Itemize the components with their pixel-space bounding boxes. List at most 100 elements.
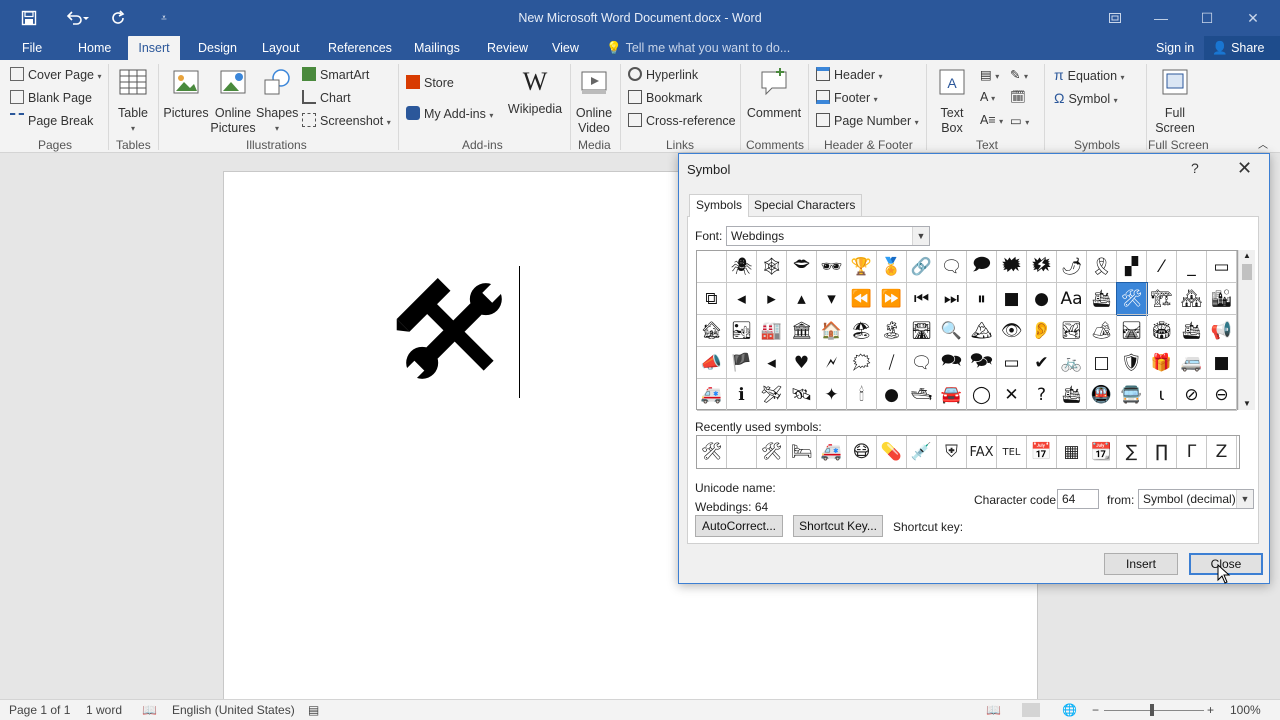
tell-me-box[interactable]: 💡 Tell me what you want to do... <box>606 36 790 60</box>
page-number-button[interactable]: Page Number ▾ <box>816 113 919 128</box>
symbol-cell[interactable]: 📢 <box>1207 315 1237 347</box>
autocorrect-button[interactable]: AutoCorrect... <box>695 515 783 537</box>
ribbon-display-icon[interactable] <box>1092 0 1138 36</box>
symbol-cell[interactable]: 🗰 <box>997 251 1027 283</box>
wikipedia-button[interactable]: W Wikipedia <box>506 66 564 117</box>
symbol-cell[interactable]: 🔗 <box>907 251 937 283</box>
recent-symbol-cell[interactable]: FAX <box>967 436 997 468</box>
symbol-cell[interactable]: 🏅 <box>877 251 907 283</box>
blank-page-button[interactable]: Blank Page <box>10 90 92 105</box>
symbol-cell[interactable]: 🎁 <box>1147 347 1177 379</box>
recent-symbol-cell[interactable]: TEL <box>997 436 1027 468</box>
symbol-cell[interactable]: ■ <box>1207 347 1237 379</box>
my-addins-button[interactable]: My Add-ins ▾ <box>406 106 493 121</box>
full-screen-button[interactable]: Full Screen <box>1150 66 1200 136</box>
sign-in-link[interactable]: Sign in <box>1156 36 1194 60</box>
symbol-cell[interactable]: ● <box>877 379 907 411</box>
recent-symbol-cell[interactable]: 🚑 <box>817 436 847 468</box>
symbol-cell[interactable]: 🏭 <box>757 315 787 347</box>
symbol-cell[interactable]: 👁 <box>997 315 1027 347</box>
symbol-cell[interactable]: 🎗 <box>1087 251 1117 283</box>
symbol-cell[interactable]: 📣 <box>697 347 727 379</box>
symbol-grid-scrollbar[interactable]: ▲ ▼ <box>1238 250 1255 410</box>
symbol-cell[interactable]: ✦ <box>817 379 847 411</box>
symbol-cell[interactable]: ⏭ <box>937 283 967 315</box>
symbol-cell[interactable]: ⧉ <box>697 283 727 315</box>
symbol-cell[interactable]: ⏮ <box>907 283 937 315</box>
shortcut-key-button[interactable]: Shortcut Key... <box>793 515 883 537</box>
symbol-cell[interactable]: ◯ <box>967 379 997 411</box>
symbol-cell[interactable]: ▭ <box>1207 251 1237 283</box>
symbol-cell[interactable]: 🛩 <box>757 379 787 411</box>
symbol-cell[interactable]: ⍳ <box>1147 379 1177 411</box>
symbol-cell[interactable]: ● <box>1027 283 1057 315</box>
macro-icon[interactable]: ▤ <box>308 703 319 717</box>
symbol-cell[interactable]: 🏝 <box>877 315 907 347</box>
collapse-ribbon-icon[interactable]: ︿ <box>1258 136 1268 151</box>
symbol-cell[interactable]: 🚑 <box>697 379 727 411</box>
recent-symbol-cell[interactable] <box>727 436 757 468</box>
symbol-cell[interactable]: ✕ <box>997 379 1027 411</box>
symbol-cell[interactable]: ⊖ <box>1207 379 1237 411</box>
symbol-cell[interactable]: 🚲 <box>1057 347 1087 379</box>
page-count[interactable]: Page 1 of 1 <box>9 703 70 717</box>
recent-symbol-cell[interactable]: ∏ <box>1147 436 1177 468</box>
symbol-cell[interactable]: 🏠 <box>817 315 847 347</box>
symbol-cell[interactable]: 🛳 <box>1087 283 1117 315</box>
recent-symbol-cell[interactable]: 🛠 <box>757 436 787 468</box>
tab-special-characters[interactable]: Special Characters <box>747 194 863 216</box>
recent-symbol-cell[interactable]: Γ <box>1177 436 1207 468</box>
symbol-cell[interactable]: ■ <box>997 283 1027 315</box>
symbol-cell[interactable]: 🗩 <box>967 251 997 283</box>
symbol-cell[interactable]: ? <box>1027 379 1057 411</box>
tab-insert[interactable]: Insert <box>128 36 180 60</box>
symbol-cell[interactable]: 🏜 <box>727 315 757 347</box>
symbol-cell[interactable]: 🗲 <box>817 347 847 379</box>
symbol-cell[interactable]: ▸ <box>757 283 787 315</box>
cross-reference-button[interactable]: Cross-reference <box>628 113 736 128</box>
symbol-cell[interactable]: ▞ <box>1117 251 1147 283</box>
symbol-cell[interactable]: ⁄ <box>1147 251 1177 283</box>
symbol-cell[interactable]: ✔ <box>1027 347 1057 379</box>
print-layout-icon[interactable] <box>1022 703 1040 717</box>
symbol-cell[interactable]: 🗨 <box>907 347 937 379</box>
symbol-cell[interactable]: 🛡 <box>1117 347 1147 379</box>
tab-mailings[interactable]: Mailings <box>406 36 468 60</box>
recent-symbol-cell[interactable]: 🛠 <box>697 436 727 468</box>
recent-symbol-cell[interactable]: 📆 <box>1087 436 1117 468</box>
symbol-cell[interactable]: ⏪ <box>847 283 877 315</box>
symbol-cell[interactable]: 🛤 <box>1117 315 1147 347</box>
symbol-cell[interactable] <box>697 251 727 283</box>
from-select[interactable]: Symbol (decimal) ▼ <box>1138 489 1254 509</box>
online-video-button[interactable]: Online Video <box>572 66 616 136</box>
recent-symbol-cell[interactable]: Z <box>1207 436 1237 468</box>
drop-cap-icon[interactable]: A≡ ▾ <box>980 113 1003 127</box>
wordart-icon[interactable]: A ▾ <box>980 90 995 104</box>
online-pictures-button[interactable]: Online Pictures <box>210 66 256 136</box>
zoom-slider[interactable] <box>1104 710 1204 711</box>
symbol-cell[interactable]: 🏆 <box>847 251 877 283</box>
symbol-cell[interactable]: ▴ <box>787 283 817 315</box>
quick-parts-icon[interactable]: ▤ ▾ <box>980 67 999 82</box>
symbol-cell[interactable]: ♥ <box>787 347 817 379</box>
symbol-cell[interactable]: 🗢 <box>787 251 817 283</box>
recent-symbol-cell[interactable]: 💊 <box>877 436 907 468</box>
table-button[interactable]: Table ▾ <box>114 66 152 136</box>
tab-design[interactable]: Design <box>190 36 245 60</box>
tab-references[interactable]: References <box>320 36 400 60</box>
screenshot-button[interactable]: Screenshot ▾ <box>302 113 391 128</box>
symbol-cell[interactable]: 🗯 <box>847 347 877 379</box>
symbol-cell[interactable]: 🗨 <box>937 251 967 283</box>
symbol-cell[interactable]: _ <box>1177 251 1207 283</box>
header-button[interactable]: Header ▾ <box>816 67 883 82</box>
symbol-cell[interactable]: 🛳 <box>1177 315 1207 347</box>
symbol-cell[interactable]: 🏘 <box>1177 283 1207 315</box>
symbol-cell[interactable]: 🗱 <box>1027 251 1057 283</box>
footer-button[interactable]: Footer ▾ <box>816 90 878 105</box>
tab-file[interactable]: File <box>14 36 50 60</box>
page-break-button[interactable]: Page Break <box>10 113 93 128</box>
cover-page-button[interactable]: Cover Page ▾ <box>10 67 102 82</box>
symbol-cell[interactable]: 🚇 <box>1087 379 1117 411</box>
symbol-cell[interactable]: 🛠 <box>1116 282 1148 316</box>
symbol-cell[interactable]: 🗫 <box>967 347 997 379</box>
